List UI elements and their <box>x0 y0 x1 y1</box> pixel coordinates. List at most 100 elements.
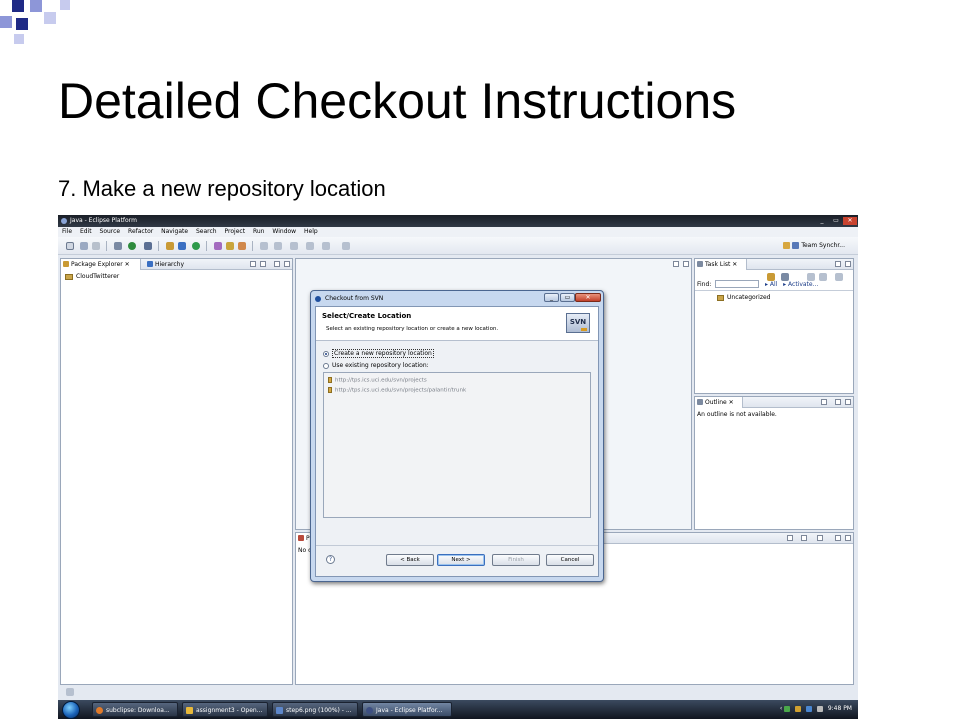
tab-task-list-label: Task List <box>705 261 731 268</box>
focus-tasks-icon[interactable] <box>819 273 827 281</box>
last-edit-icon[interactable] <box>290 242 298 250</box>
minimize-view-icon[interactable] <box>274 261 280 267</box>
menu-refactor[interactable]: Refactor <box>128 228 153 235</box>
mark-icon[interactable] <box>238 242 246 250</box>
menu-edit[interactable]: Edit <box>80 228 92 235</box>
taskbar-item-step6[interactable]: step6.png (100%) - ... <box>272 702 358 717</box>
windows-taskbar: subclipse: Downloa... assignment3 - Open… <box>58 700 858 719</box>
create-location-radio[interactable] <box>323 350 329 357</box>
eclipse-icon <box>366 707 373 714</box>
next-button[interactable]: Next > <box>437 554 485 566</box>
start-button[interactable] <box>62 701 80 719</box>
open-resource-icon[interactable] <box>226 242 234 250</box>
history-icon[interactable] <box>342 242 350 250</box>
new-class-icon[interactable] <box>178 242 186 250</box>
next-annotation-icon[interactable] <box>260 242 268 250</box>
menu-navigate[interactable]: Navigate <box>161 228 188 235</box>
taskbar-item-assignment3[interactable]: assignment3 - Open... <box>182 702 268 717</box>
clock[interactable]: 9:48 PM <box>828 705 852 712</box>
tab-package-explorer[interactable]: Package Explorer ✕ <box>61 259 141 270</box>
finish-button[interactable]: Finish <box>492 554 540 566</box>
menu-window[interactable]: Window <box>272 228 296 235</box>
editor-minimize-icon[interactable] <box>673 261 679 267</box>
minimize-view-icon[interactable] <box>835 261 841 267</box>
tab-hierarchy[interactable]: Hierarchy <box>145 259 205 270</box>
previous-annotation-icon[interactable] <box>274 242 282 250</box>
menu-run[interactable]: Run <box>253 228 265 235</box>
menu-project[interactable]: Project <box>225 228 246 235</box>
collapse-tasks-icon[interactable] <box>807 273 815 281</box>
hierarchy-icon <box>147 261 153 267</box>
view-toolbar-icon[interactable] <box>801 535 807 541</box>
existing-location-radio[interactable] <box>323 362 329 369</box>
tab-outline[interactable]: Outline ✕ <box>695 397 743 408</box>
find-input[interactable] <box>715 280 759 288</box>
repository-list[interactable]: http://tps.ics.uci.edu/svn/projects http… <box>323 372 591 518</box>
taskbar-item-eclipse[interactable]: Java - Eclipse Platfor... <box>362 702 452 717</box>
menu-search[interactable]: Search <box>196 228 217 235</box>
new-task-icon[interactable] <box>767 273 775 281</box>
maximize-view-icon[interactable] <box>845 261 851 267</box>
view-menu-icon[interactable] <box>835 273 843 281</box>
dialog-close-button[interactable]: ✕ <box>575 293 601 302</box>
activate-link[interactable]: Activate... <box>788 281 818 288</box>
dialog-maximize-button[interactable]: ▭ <box>560 293 575 302</box>
menu-file[interactable]: File <box>62 228 72 235</box>
close-button[interactable]: ✕ <box>843 217 857 225</box>
tab-outline-label: Outline <box>705 399 727 406</box>
new-icon[interactable] <box>66 242 74 250</box>
new-java-icon[interactable] <box>192 242 200 250</box>
maximize-view-icon[interactable] <box>845 399 851 405</box>
existing-location-option[interactable]: Use existing repository location: <box>323 362 429 370</box>
perspective-switcher[interactable]: Team Synchr... <box>780 240 848 252</box>
all-link[interactable]: All <box>770 281 777 288</box>
cancel-button[interactable]: Cancel <box>546 554 594 566</box>
back-icon[interactable] <box>306 242 314 250</box>
outline-menu-icon[interactable] <box>821 399 827 405</box>
task-category-item[interactable]: Uncategorized <box>717 294 770 301</box>
list-item[interactable]: http://tps.ics.uci.edu/svn/projects/pala… <box>328 387 466 394</box>
fast-view-icon[interactable] <box>66 688 74 696</box>
maximize-view-icon[interactable] <box>284 261 290 267</box>
taskbar-item-subclipse[interactable]: subclipse: Downloa... <box>92 702 178 717</box>
menu-bar: File Edit Source Refactor Navigate Searc… <box>58 227 858 237</box>
task-filter-icon[interactable] <box>781 273 789 281</box>
minimize-view-icon[interactable] <box>835 399 841 405</box>
repository-icon <box>328 387 332 393</box>
external-tools-icon[interactable] <box>144 242 152 250</box>
maximize-view-icon[interactable] <box>845 535 851 541</box>
open-perspective-icon <box>783 242 791 249</box>
print-icon[interactable] <box>92 242 100 250</box>
divider <box>695 290 853 291</box>
list-item[interactable]: http://tps.ics.uci.edu/svn/projects <box>328 377 427 384</box>
maximize-button[interactable]: ▭ <box>830 217 842 225</box>
new-package-icon[interactable] <box>166 242 174 250</box>
view-toolbar-icon[interactable] <box>787 535 793 541</box>
display-icon[interactable] <box>805 705 812 712</box>
minimize-view-icon[interactable] <box>835 535 841 541</box>
run-icon[interactable] <box>128 242 136 250</box>
minimize-button[interactable]: _ <box>816 217 828 225</box>
shield-icon[interactable] <box>795 705 802 712</box>
task-category-label: Uncategorized <box>727 294 771 301</box>
dialog-minimize-button[interactable]: _ <box>544 293 559 302</box>
tab-task-list[interactable]: Task List ✕ <box>695 259 747 270</box>
image-icon <box>276 707 283 714</box>
collapse-all-icon[interactable] <box>250 261 256 267</box>
create-location-option[interactable]: Create a new repository location <box>323 349 434 358</box>
task-list-icon <box>697 261 703 267</box>
link-editor-icon[interactable] <box>260 261 266 267</box>
menu-help[interactable]: Help <box>304 228 318 235</box>
forward-icon[interactable] <box>322 242 330 250</box>
debug-icon[interactable] <box>114 242 122 250</box>
back-button[interactable]: < Back <box>386 554 434 566</box>
view-menu-icon[interactable] <box>817 535 823 541</box>
open-type-icon[interactable] <box>214 242 222 250</box>
volume-icon[interactable] <box>816 705 823 712</box>
network-icon[interactable] <box>784 705 791 712</box>
help-icon[interactable]: ? <box>326 555 335 564</box>
save-icon[interactable] <box>80 242 88 250</box>
menu-source[interactable]: Source <box>100 228 121 235</box>
project-item[interactable]: CloudTwitterer <box>65 273 119 280</box>
editor-maximize-icon[interactable] <box>683 261 689 267</box>
